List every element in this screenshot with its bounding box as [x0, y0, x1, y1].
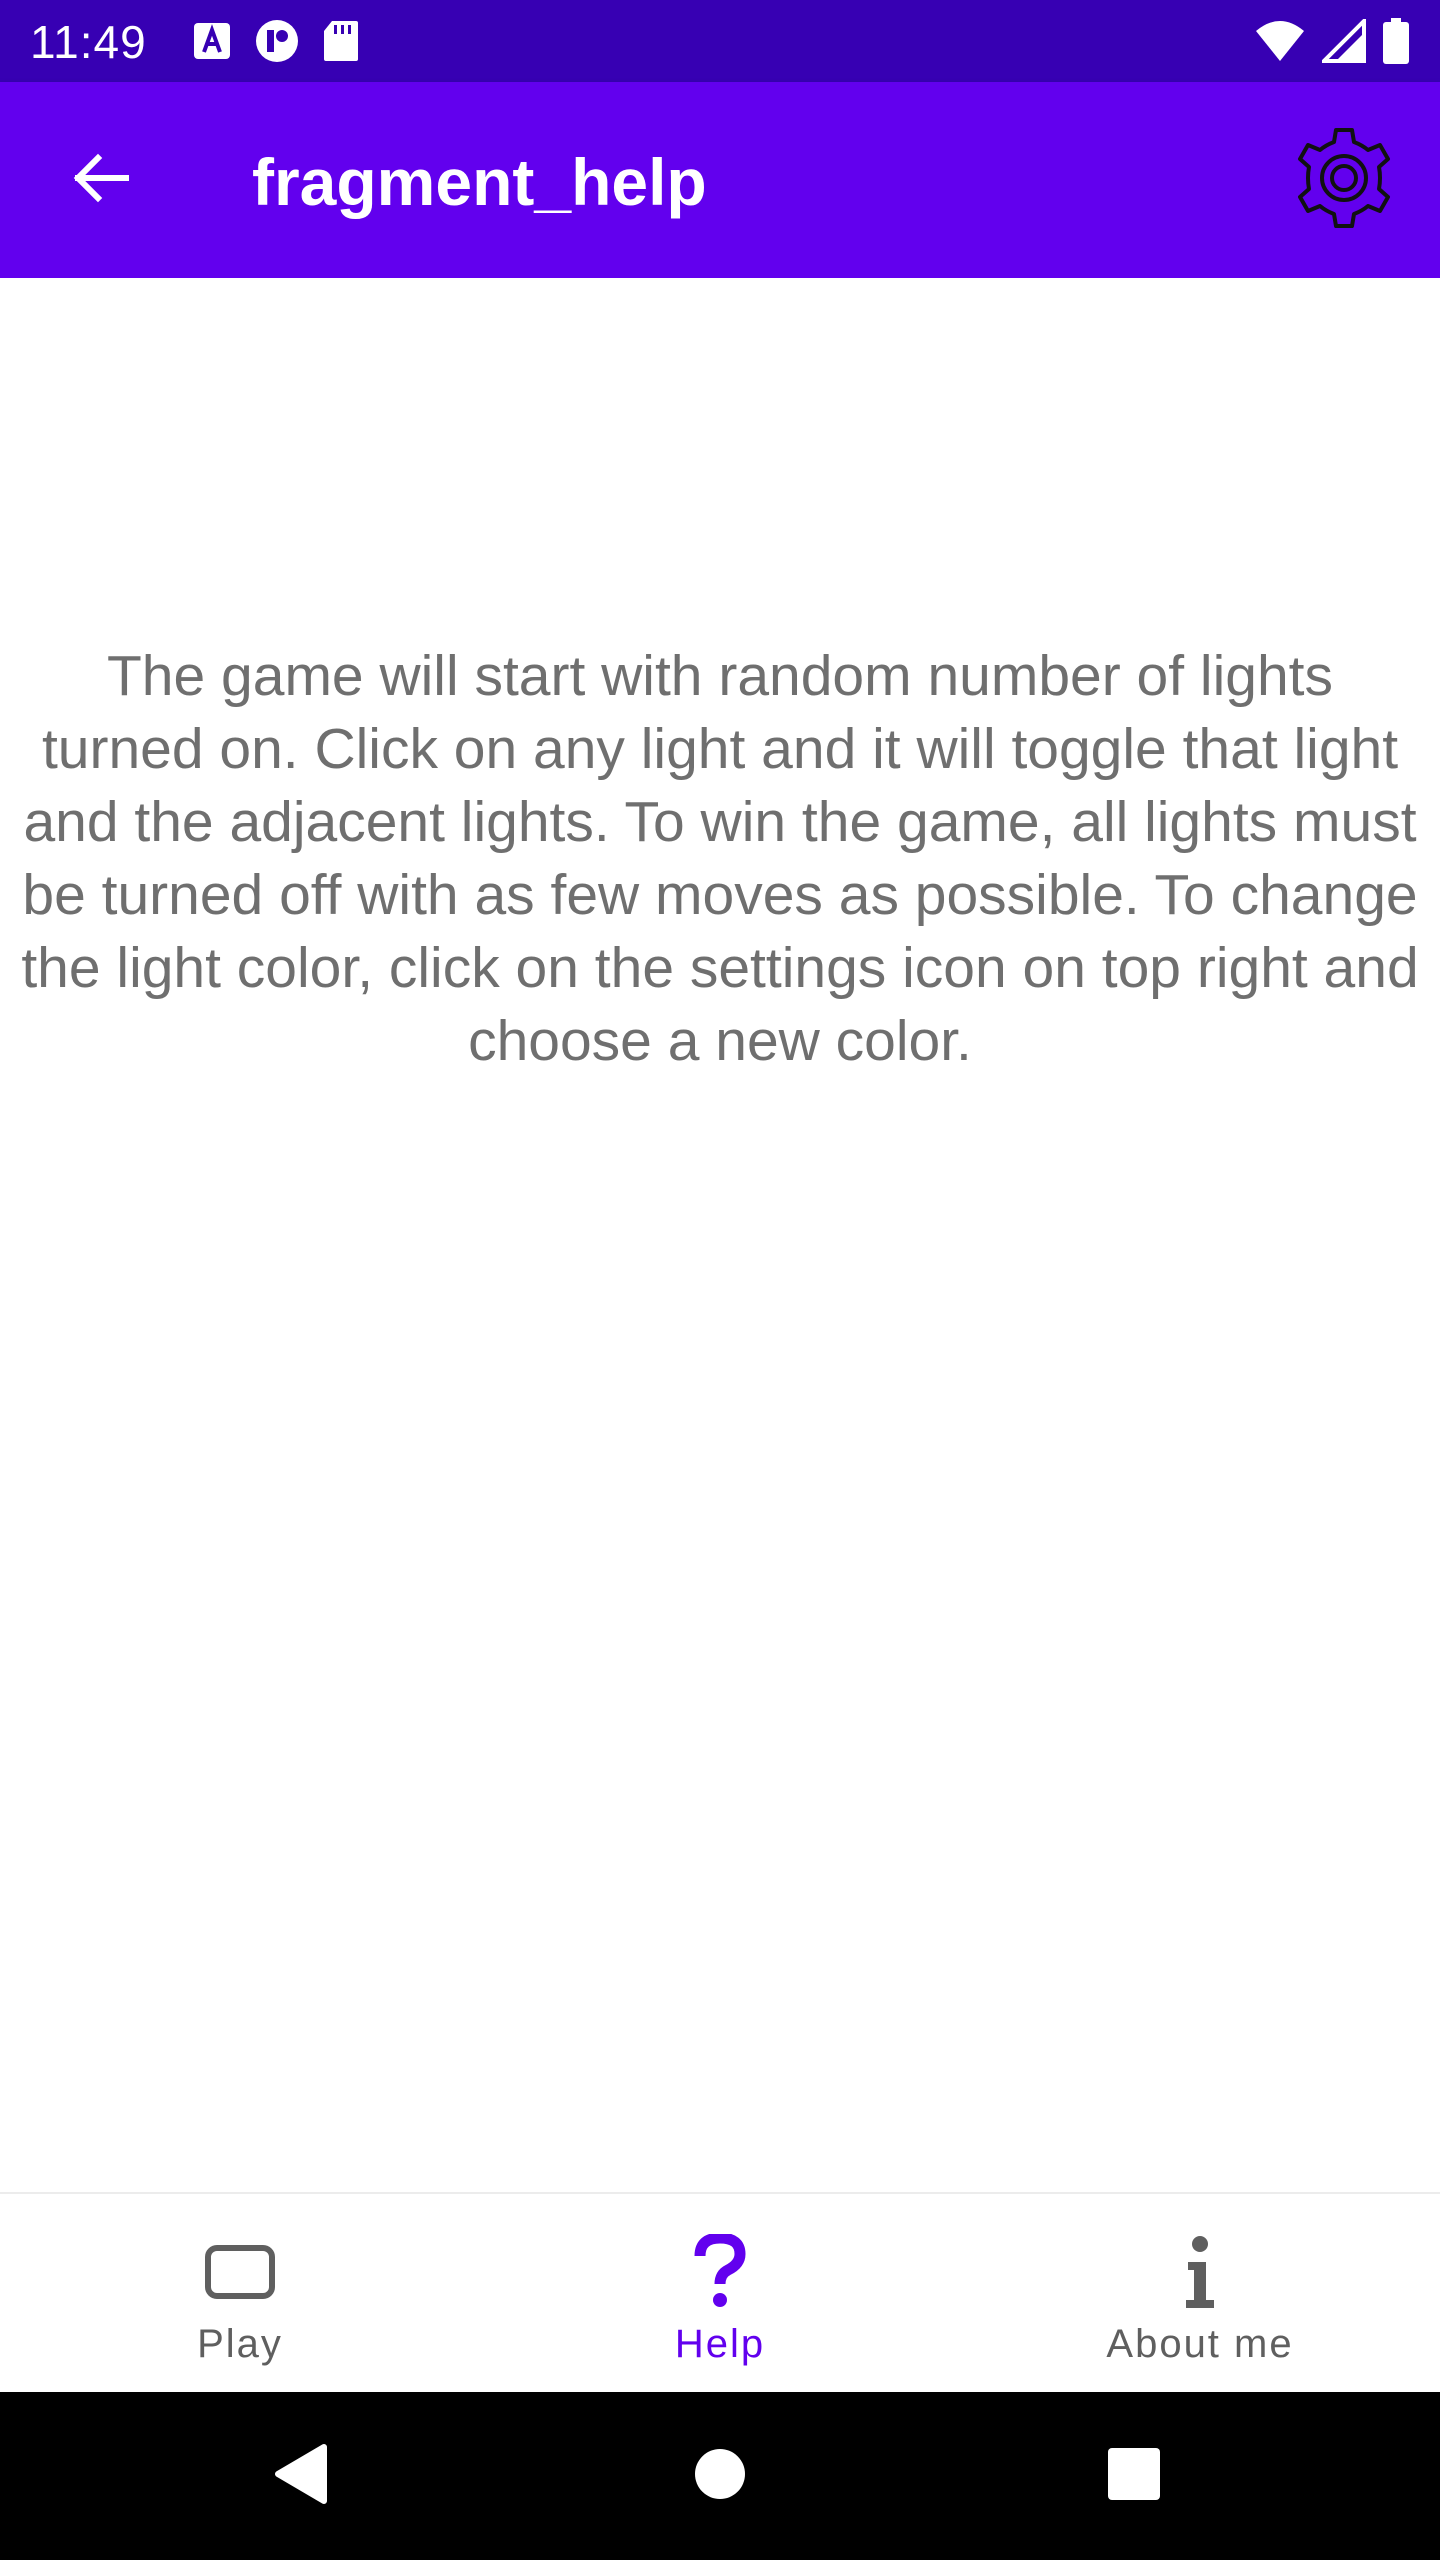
- nav-item-about[interactable]: About me: [960, 2194, 1440, 2394]
- status-time: 11:49: [30, 16, 147, 68]
- arrow-back-icon: [68, 146, 132, 215]
- sd-card-icon: [322, 19, 360, 68]
- wifi-icon: [1254, 19, 1306, 68]
- app-bar: fragment_help: [0, 82, 1440, 278]
- status-bar: 11:49: [0, 0, 1440, 82]
- system-home-button[interactable]: [680, 2436, 760, 2516]
- bottom-navigation: Play Help About me: [0, 2192, 1440, 2394]
- home-circle-icon: [693, 2447, 747, 2506]
- help-content: The game will start with random number o…: [0, 278, 1440, 2192]
- battery-icon: [1382, 18, 1410, 69]
- info-icon: [1160, 2232, 1240, 2312]
- app-screen: 11:49 fragment_help The game will start …: [0, 0, 1440, 2560]
- recents-square-icon: [1106, 2446, 1162, 2507]
- nav-item-help[interactable]: Help: [480, 2194, 960, 2394]
- settings-button[interactable]: [1288, 124, 1400, 236]
- question-mark-icon: [680, 2232, 760, 2312]
- circle-notification-icon: [254, 18, 300, 69]
- a-notification-icon: [192, 21, 232, 66]
- nav-label-play: Play: [197, 2322, 283, 2366]
- help-text: The game will start with random number o…: [21, 644, 1419, 1073]
- nav-item-play[interactable]: Play: [0, 2194, 480, 2394]
- status-system-icons: [1254, 16, 1410, 69]
- back-button[interactable]: [52, 132, 148, 228]
- back-triangle-icon: [272, 2443, 328, 2510]
- system-navigation-bar: [0, 2392, 1440, 2560]
- system-back-button[interactable]: [260, 2436, 340, 2516]
- page-title: fragment_help: [252, 145, 707, 219]
- rounded-square-icon: [200, 2232, 280, 2312]
- nav-label-help: Help: [674, 2322, 766, 2366]
- gear-icon: [1290, 124, 1398, 237]
- nav-label-about: About me: [1106, 2322, 1294, 2366]
- system-recents-button[interactable]: [1094, 2436, 1174, 2516]
- status-notification-icons: [192, 18, 360, 69]
- cell-signal-icon: [1319, 16, 1366, 68]
